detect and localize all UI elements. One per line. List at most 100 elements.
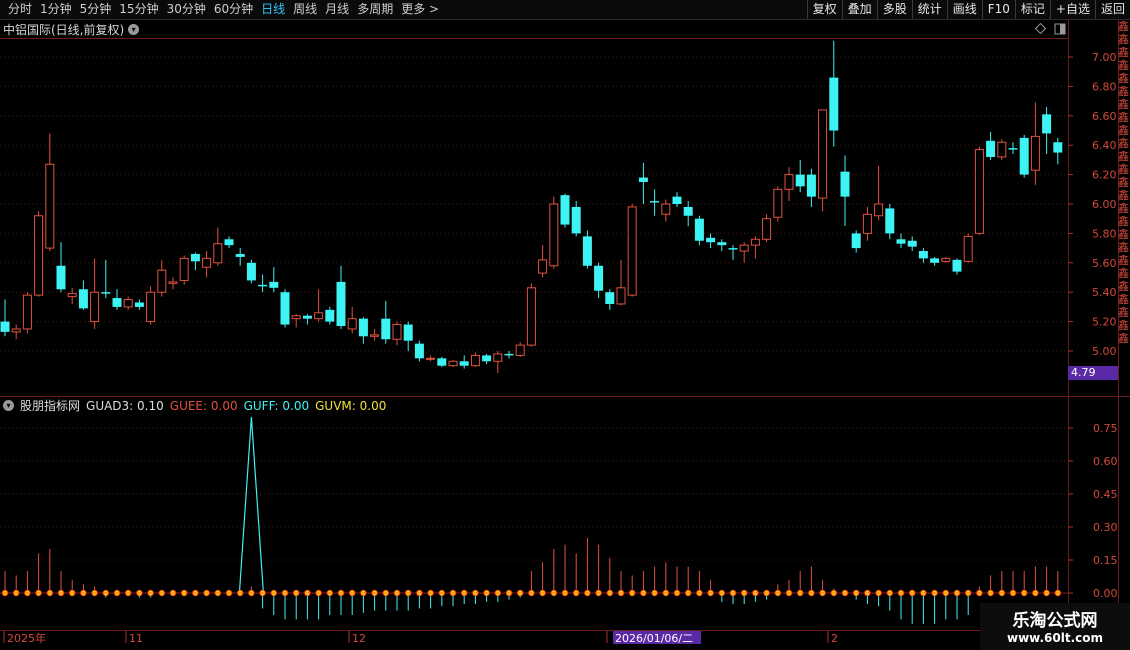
candle-body-down: [638, 177, 648, 182]
tab-period[interactable]: 1分钟: [36, 2, 76, 17]
add-watchlist-button[interactable]: +自选: [1049, 0, 1095, 19]
tab-period[interactable]: 分时: [4, 2, 36, 17]
price-tick-label: 5.80: [1092, 227, 1117, 240]
candle-body-down: [795, 174, 805, 187]
candle-body-down: [728, 248, 738, 250]
price-tick-label: 6.60: [1092, 110, 1117, 123]
candle-body-up: [784, 174, 794, 190]
stats-button[interactable]: 统计: [911, 0, 947, 19]
candle-body-down: [190, 253, 200, 262]
multi-stock-button[interactable]: 多股: [876, 0, 912, 19]
tab-period[interactable]: 30分钟: [163, 2, 210, 17]
candle-body-up: [426, 357, 436, 360]
mark-button[interactable]: 标记: [1014, 0, 1050, 19]
guvm-value: GUVM: 0.00: [315, 398, 387, 413]
toolbar-buttons: 复权 叠加 多股 统计 画线 F10 标记 +自选 返回: [806, 0, 1130, 19]
indicator-dots: [0, 589, 1068, 597]
candle-body-down: [717, 242, 727, 246]
indicator-grid: [0, 427, 1068, 594]
draw-line-button[interactable]: 画线: [946, 0, 982, 19]
tab-period[interactable]: 15分钟: [115, 2, 162, 17]
candle-body-up: [616, 287, 626, 305]
candle-body-up: [739, 244, 749, 252]
tab-period[interactable]: 5分钟: [76, 2, 116, 17]
candle-body-down: [896, 239, 906, 244]
candle-body-up: [67, 293, 77, 298]
candle-body-down: [246, 262, 256, 281]
indicator-spike: [238, 416, 264, 594]
candle-body-down: [683, 206, 693, 216]
candle-body-up: [762, 218, 772, 240]
candle-body-up: [818, 109, 828, 199]
candle-body-up: [862, 213, 872, 234]
candle-body-up: [1030, 135, 1040, 171]
candle-body-down: [1042, 114, 1052, 134]
candle-body-down: [235, 253, 245, 257]
candle-body-up: [874, 203, 884, 217]
candle-body-down: [381, 318, 391, 340]
indicator-tick-label: 0.30: [1093, 521, 1118, 534]
candle-body-down: [907, 240, 917, 247]
candle-body-down: [224, 239, 234, 246]
indicator-axis: 0.75 0.60 0.45 0.30 0.15 0.00: [1068, 422, 1118, 600]
window-icon[interactable]: [1054, 23, 1066, 35]
diamond-icon[interactable]: [1034, 22, 1047, 35]
overlay-button[interactable]: 叠加: [841, 0, 877, 19]
candle-body-up: [202, 257, 212, 268]
price-tick-label: 5.20: [1092, 316, 1117, 329]
candle-body-down: [560, 195, 570, 225]
candle-body-up: [157, 269, 167, 293]
watermark: 乐淘公式网 www.60lt.com: [980, 603, 1130, 650]
candlestick-series: [0, 40, 1063, 374]
candle-body-up: [750, 238, 760, 246]
price-tick-label: 6.80: [1092, 80, 1117, 93]
tab-more[interactable]: 更多 >: [397, 2, 443, 17]
price-tick-label: 5.00: [1092, 345, 1117, 358]
price-axis: 7.00 6.80 6.60 6.40 6.20 6.00 5.80 5.60 5.40 5.20…: [1068, 51, 1117, 358]
candle-body-down: [437, 358, 447, 366]
chevron-down-icon[interactable]: ▾: [3, 400, 14, 411]
back-button[interactable]: 返回: [1094, 0, 1130, 19]
tab-period[interactable]: 周线: [289, 2, 321, 17]
indicator-tick-label: 0.45: [1093, 488, 1118, 501]
date-label: 11: [129, 632, 143, 645]
candle-body-up: [11, 328, 21, 333]
candle-body-down: [403, 324, 413, 341]
candle-body-down: [1019, 137, 1029, 175]
tab-period-active[interactable]: 日线: [257, 2, 289, 17]
candle-body-down: [269, 281, 279, 288]
tab-period[interactable]: 月线: [321, 2, 353, 17]
toolbar: 分时 1分钟 5分钟 15分钟 30分钟 60分钟 日线 周线 月线 多周期 更…: [0, 0, 1130, 20]
date-label: 12: [352, 632, 366, 645]
candle-body-up: [661, 203, 671, 215]
candle-body-down: [336, 281, 346, 327]
candle-body-up: [34, 215, 44, 296]
indicator-tick-label: 0.00: [1093, 587, 1118, 600]
period-tabs: 分时 1分钟 5分钟 15分钟 30分钟 60分钟 日线 周线 月线 多周期 更…: [4, 2, 443, 17]
fuquan-button[interactable]: 复权: [806, 0, 842, 19]
tab-period[interactable]: 60分钟: [210, 2, 257, 17]
candle-body-down: [986, 140, 996, 157]
chevron-down-icon[interactable]: ▾: [128, 24, 140, 35]
candle-body-up: [974, 149, 984, 234]
candle-body-down: [1053, 142, 1063, 153]
price-tick-label: 5.40: [1092, 286, 1117, 299]
candle-body-up: [45, 163, 55, 249]
candle-body-down: [952, 259, 962, 272]
candle-body-up: [997, 141, 1007, 158]
candle-body-down: [1008, 148, 1018, 150]
candle-body-down: [459, 361, 469, 366]
candle-body-up: [963, 235, 973, 262]
indicator-name[interactable]: 股朋指标网: [20, 397, 80, 414]
candle-body-up: [146, 291, 156, 323]
candle-body-up: [549, 203, 559, 267]
candle-body-up: [213, 243, 223, 264]
chart-canvas: 7.00 6.80 6.60 6.40 6.20 6.00 5.80 5.60 5.40 5.20…: [0, 20, 1130, 645]
tab-period[interactable]: 多周期: [353, 2, 397, 17]
candle-body-down: [302, 315, 312, 319]
f10-button[interactable]: F10: [981, 0, 1015, 19]
candle-body-up: [314, 312, 324, 320]
candle-body-up: [538, 259, 548, 274]
candle-body-up: [526, 287, 536, 346]
indicator-spike-line: [238, 416, 264, 594]
